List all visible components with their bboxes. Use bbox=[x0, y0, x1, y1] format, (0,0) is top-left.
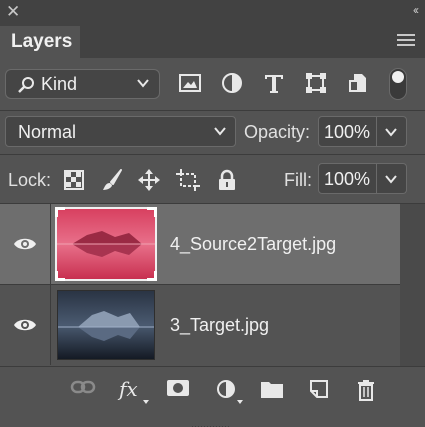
lock-transparent-pixels-icon[interactable] bbox=[63, 169, 85, 191]
fill-value: 100% bbox=[324, 169, 371, 189]
panel-tab-row: Layers bbox=[0, 22, 425, 58]
opacity-value: 100% bbox=[324, 122, 371, 142]
fill-dropdown-button[interactable] bbox=[377, 163, 407, 194]
chevron-down-icon bbox=[137, 79, 149, 88]
chevron-down-icon bbox=[214, 127, 226, 136]
chevron-down-icon bbox=[385, 128, 397, 137]
blend-mode-dropdown[interactable]: Normal bbox=[5, 116, 236, 147]
lock-label: Lock: bbox=[8, 170, 52, 190]
lock-all-icon[interactable] bbox=[217, 169, 237, 191]
search-icon bbox=[18, 77, 34, 93]
panel-resize-grip[interactable] bbox=[192, 418, 232, 427]
tab-layers[interactable]: Layers bbox=[0, 26, 80, 58]
filter-kind-label: Kind bbox=[41, 74, 78, 94]
type-filter-icon[interactable] bbox=[263, 72, 285, 94]
add-mask-icon[interactable] bbox=[166, 379, 190, 397]
layer-name[interactable]: 4_Source2Target.jpg bbox=[170, 234, 336, 255]
adjustment-filter-icon[interactable] bbox=[221, 72, 243, 94]
layers-scrollbar[interactable] bbox=[400, 204, 425, 366]
eye-icon bbox=[14, 238, 36, 250]
lock-image-pixels-icon[interactable] bbox=[101, 169, 123, 191]
panel-menu-icon[interactable] bbox=[397, 34, 415, 47]
fx-dropdown-arrow-icon bbox=[143, 400, 149, 404]
divider bbox=[0, 154, 425, 155]
new-adjustment-layer-icon[interactable] bbox=[216, 379, 236, 399]
blend-mode-value: Normal bbox=[18, 122, 77, 142]
visibility-toggle[interactable] bbox=[0, 204, 51, 284]
layer-name[interactable]: 3_Target.jpg bbox=[170, 315, 269, 336]
chevron-down-icon bbox=[385, 175, 397, 184]
filter-kind-dropdown[interactable]: Kind bbox=[5, 69, 160, 99]
blend-row: Normal Opacity: 100% bbox=[0, 112, 425, 152]
layers-list: 4_Source2Target.jpg 3_Target.jpg bbox=[0, 204, 400, 366]
filter-toggle-switch[interactable] bbox=[389, 68, 407, 100]
lock-row: Lock: Fill: 100% bbox=[0, 157, 425, 203]
lock-artboard-icon[interactable] bbox=[176, 169, 200, 191]
close-panel-icon[interactable]: ✕ bbox=[6, 2, 20, 22]
fill-label: Fill: bbox=[284, 170, 312, 190]
layer-thumbnail-image bbox=[58, 291, 154, 359]
opacity-dropdown-button[interactable] bbox=[377, 116, 407, 147]
visibility-toggle[interactable] bbox=[0, 285, 51, 365]
layer-row[interactable]: 3_Target.jpg bbox=[0, 285, 400, 365]
fill-input[interactable]: 100% bbox=[318, 163, 377, 194]
layer-thumbnail-image bbox=[57, 209, 155, 279]
smart-object-filter-icon[interactable] bbox=[347, 72, 369, 94]
tab-layers-label: Layers bbox=[11, 31, 73, 52]
layers-bottom-toolbar: fx bbox=[0, 366, 425, 427]
shape-filter-icon[interactable] bbox=[305, 72, 327, 94]
layer-thumbnail[interactable] bbox=[57, 290, 155, 360]
fx-icon[interactable]: fx bbox=[119, 377, 138, 401]
image-filter-icon[interactable] bbox=[178, 72, 202, 94]
layer-row[interactable]: 4_Source2Target.jpg bbox=[0, 204, 400, 284]
opacity-label: Opacity: bbox=[244, 122, 311, 142]
delete-layer-trash-icon[interactable] bbox=[357, 379, 375, 401]
eye-icon bbox=[14, 319, 36, 331]
opacity-input[interactable]: 100% bbox=[318, 116, 377, 147]
new-group-folder-icon[interactable] bbox=[260, 379, 284, 399]
layer-filter-row: Kind bbox=[0, 58, 425, 110]
new-layer-icon[interactable] bbox=[309, 379, 329, 399]
layer-thumbnail[interactable] bbox=[55, 207, 157, 281]
adjustment-dropdown-arrow-icon bbox=[237, 400, 243, 404]
collapse-panel-icon[interactable]: ‹‹ bbox=[413, 3, 419, 17]
lock-position-icon[interactable] bbox=[138, 169, 160, 191]
divider bbox=[0, 110, 425, 111]
link-layers-icon[interactable] bbox=[70, 379, 96, 395]
